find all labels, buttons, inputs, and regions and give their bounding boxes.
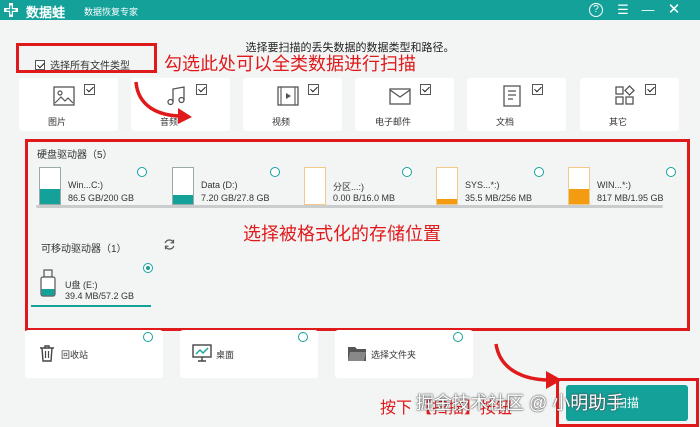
refresh-icon[interactable] [163,238,176,251]
checkbox-checked-icon[interactable] [308,84,319,95]
drive-size: 817 MB/1.95 GB [597,193,664,203]
location-label: 桌面 [216,350,235,360]
menu-icon[interactable]: ☰ [615,2,631,18]
watermark-text: 掘金技术社区 @ 小明助手 [416,393,625,413]
annotation-drive: 选择被格式化的存储位置 [243,224,441,244]
other-icon [615,85,635,105]
drive-icon [304,167,326,205]
document-icon [503,85,521,107]
drive-size: 86.5 GB/200 GB [68,193,135,203]
drive-radio[interactable] [402,167,412,177]
app-title: 数据蛙 [26,5,66,20]
file-type-video[interactable]: 视频 [243,78,342,131]
file-type-label: 视频 [271,117,290,127]
drive-radio[interactable] [534,167,544,177]
minimize-icon[interactable]: — [640,2,656,18]
checkbox-checked-icon[interactable] [645,84,656,95]
file-type-label: 电子邮件 [374,117,411,127]
checkbox-checked-icon[interactable] [84,84,95,95]
file-type-document[interactable]: 文档 [467,78,566,131]
removable-drives-title: 可移动驱动器（1） [41,244,127,255]
file-type-label: 其它 [608,117,627,127]
close-icon[interactable]: ✕ [666,2,682,18]
file-type-label: 文档 [495,117,514,127]
drives-scrollbar[interactable] [36,205,663,208]
drive-radio[interactable] [666,167,676,177]
drive-item-usb[interactable]: U盘 (E:) 39.4 MB/57.2 GB [31,263,153,307]
drive-name: U盘 (E:) [65,280,98,290]
location-radio[interactable] [453,332,463,342]
drive-size: 39.4 MB/57.2 GB [65,291,135,301]
drive-name: SYS...*:) [465,180,500,190]
location-radio[interactable] [143,332,153,342]
location-recycle-bin[interactable]: 回收站 [25,330,163,378]
image-icon [53,86,75,106]
hard-drives-title: 硬盘驱动器（5） [37,150,113,161]
drive-size: 0.00 B/16.0 MB [333,193,396,203]
title-bar: 数据蛙 数据恢复专家 ? ☰ — ✕ [0,0,700,20]
annotation-arrow-icon [494,343,562,389]
drive-icon [172,167,194,205]
drive-radio-selected[interactable] [143,263,153,273]
desktop-icon [192,344,212,362]
annotation-scan-prefix: 按下 [380,400,413,417]
video-icon [277,86,299,106]
file-type-email[interactable]: 电子邮件 [355,78,454,131]
help-icon[interactable]: ? [589,3,603,17]
annotation-select-all: 勾选此处可以全类数据进行扫描 [164,54,416,74]
drive-icon [568,167,590,205]
location-radio[interactable] [298,332,308,342]
checkbox-checked-icon [35,60,45,70]
folder-icon [348,347,366,361]
trash-icon [40,345,54,362]
drive-radio[interactable] [137,167,147,177]
drive-name: Win...C:) [68,180,103,190]
drive-size: 7.20 GB/27.8 GB [201,193,270,203]
file-type-other[interactable]: 其它 [580,78,679,131]
file-type-label: 图片 [47,117,66,127]
drive-icon [436,167,458,205]
drive-radio[interactable] [270,167,280,177]
app-logo-icon [4,3,18,17]
app-subtitle: 数据恢复专家 [84,7,139,17]
drive-name: Data (D:) [201,180,238,190]
checkbox-checked-icon[interactable] [532,84,543,95]
annotation-arrow-icon [134,81,192,124]
select-all-label: 选择所有文件类型 [50,61,130,72]
location-desktop[interactable]: 桌面 [180,330,318,378]
location-choose-folder[interactable]: 选择文件夹 [335,330,473,378]
file-type-image[interactable]: 图片 [19,78,118,131]
location-label: 选择文件夹 [371,350,417,360]
drive-name: WIN...*:) [597,180,631,190]
drive-icon [39,167,61,205]
mail-icon [389,88,411,105]
drive-size: 35.5 MB/256 MB [465,193,533,203]
checkbox-checked-icon[interactable] [420,84,431,95]
usb-drive-icon [40,269,56,297]
select-all-checkbox[interactable]: 选择所有文件类型 [35,57,130,72]
location-label: 回收站 [61,350,89,360]
drive-name: 分区...:) [333,182,364,192]
